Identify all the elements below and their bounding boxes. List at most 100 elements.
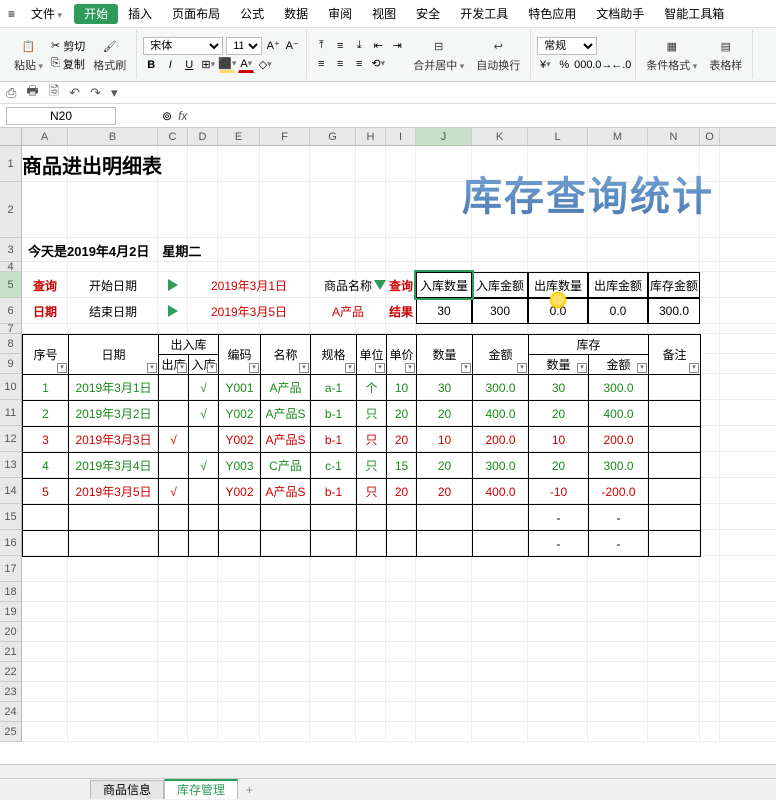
italic-button[interactable]: I — [162, 57, 178, 73]
table-header[interactable]: 入库▾ — [189, 355, 219, 375]
row-header-18[interactable]: 18 — [0, 582, 21, 602]
cell[interactable] — [528, 682, 588, 701]
filter-icon[interactable]: ▾ — [299, 363, 309, 373]
cell[interactable] — [22, 682, 68, 701]
table-header[interactable]: 编码▾ — [219, 335, 261, 375]
cell[interactable] — [356, 702, 386, 721]
cell[interactable] — [386, 238, 416, 261]
cell[interactable] — [22, 324, 68, 333]
cell[interactable] — [310, 324, 356, 333]
cell[interactable] — [22, 262, 68, 271]
cell[interactable] — [310, 642, 356, 661]
cell[interactable] — [310, 582, 356, 601]
cell[interactable] — [188, 642, 218, 661]
cell[interactable] — [310, 622, 356, 641]
cell[interactable] — [700, 682, 720, 701]
menu-tab-4[interactable]: 数据 — [274, 4, 318, 24]
menu-tab-7[interactable]: 安全 — [406, 4, 450, 24]
cell[interactable] — [218, 262, 260, 271]
row-header-24[interactable]: 24 — [0, 702, 21, 722]
cell[interactable] — [158, 662, 188, 681]
cell[interactable] — [310, 556, 356, 581]
align-middle-icon[interactable]: ≡ — [332, 38, 348, 54]
cell[interactable] — [188, 662, 218, 681]
fx-label[interactable]: fx — [178, 109, 187, 123]
cell[interactable] — [648, 582, 700, 601]
cell[interactable] — [310, 182, 356, 237]
cell[interactable] — [386, 262, 416, 271]
row-header-19[interactable]: 19 — [0, 602, 21, 622]
cell[interactable] — [218, 622, 260, 641]
font-name-select[interactable]: 宋体 — [143, 37, 223, 55]
table-row[interactable]: -- — [23, 531, 701, 557]
col-header-O[interactable]: O — [700, 128, 720, 145]
cell[interactable] — [700, 354, 720, 373]
cell[interactable] — [700, 298, 720, 323]
increase-font-icon[interactable]: A⁺ — [265, 38, 281, 54]
align-right-icon[interactable]: ≡ — [351, 56, 367, 72]
menu-tab-10[interactable]: 文档助手 — [586, 4, 654, 24]
cell[interactable] — [416, 324, 472, 333]
cell[interactable] — [700, 272, 720, 297]
filter-icon[interactable]: ▾ — [249, 363, 259, 373]
cell[interactable] — [356, 238, 386, 261]
cell[interactable] — [188, 556, 218, 581]
cell[interactable] — [356, 722, 386, 741]
row-header-6[interactable]: 6 — [0, 298, 21, 324]
end-date-value[interactable]: 2019年3月5日 — [211, 303, 287, 320]
menu-tab-6[interactable]: 视图 — [362, 4, 406, 24]
cell[interactable] — [356, 602, 386, 621]
cell[interactable] — [22, 556, 68, 581]
cell[interactable] — [68, 722, 158, 741]
percent-icon[interactable]: % — [556, 57, 572, 73]
cell[interactable] — [218, 682, 260, 701]
row-header-11[interactable]: 11 — [0, 400, 21, 426]
filter-icon[interactable]: ▾ — [405, 363, 415, 373]
cell[interactable] — [416, 642, 472, 661]
cell[interactable] — [416, 622, 472, 641]
cell[interactable] — [528, 582, 588, 601]
cell[interactable] — [528, 324, 588, 333]
cell[interactable] — [188, 582, 218, 601]
col-header-J[interactable]: J — [416, 128, 472, 145]
cell[interactable] — [158, 582, 188, 601]
cell[interactable] — [588, 622, 648, 641]
cell[interactable] — [472, 556, 528, 581]
menu-tab-9[interactable]: 特色应用 — [518, 4, 586, 24]
table-header[interactable]: 金额▾ — [589, 355, 649, 375]
cell[interactable] — [310, 602, 356, 621]
cell[interactable] — [648, 722, 700, 741]
cell[interactable] — [158, 556, 188, 581]
cell[interactable] — [648, 622, 700, 641]
row-header-12[interactable]: 12 — [0, 426, 21, 452]
cell[interactable] — [386, 662, 416, 681]
cell[interactable] — [472, 622, 528, 641]
cell[interactable] — [528, 556, 588, 581]
qat-redo-icon[interactable]: ↷ — [90, 85, 101, 101]
cell[interactable] — [700, 334, 720, 353]
cell[interactable] — [68, 702, 158, 721]
filter-icon[interactable]: ▾ — [147, 363, 157, 373]
cell[interactable] — [356, 262, 386, 271]
cell[interactable] — [700, 602, 720, 621]
cell[interactable] — [472, 702, 528, 721]
cell[interactable] — [700, 452, 720, 477]
cell[interactable] — [472, 602, 528, 621]
cell[interactable] — [218, 722, 260, 741]
cell[interactable] — [648, 642, 700, 661]
filter-icon[interactable]: ▾ — [461, 363, 471, 373]
table-header[interactable]: 出库▾ — [159, 355, 189, 375]
row-header-25[interactable]: 25 — [0, 722, 21, 742]
cell[interactable] — [648, 602, 700, 621]
orientation-icon[interactable]: ⟲ — [370, 56, 386, 72]
table-header[interactable]: 规格▾ — [311, 335, 357, 375]
app-menu-icon[interactable]: ≡ — [4, 5, 19, 23]
row-header-14[interactable]: 14 — [0, 478, 21, 504]
filter-icon[interactable]: ▾ — [57, 363, 67, 373]
cell[interactable] — [386, 682, 416, 701]
filter-icon[interactable]: ▾ — [689, 363, 699, 373]
start-date-value[interactable]: 2019年3月1日 — [211, 277, 287, 294]
increase-indent-icon[interactable]: ⇥ — [389, 38, 405, 54]
col-header-A[interactable]: A — [22, 128, 68, 145]
cell[interactable] — [22, 602, 68, 621]
